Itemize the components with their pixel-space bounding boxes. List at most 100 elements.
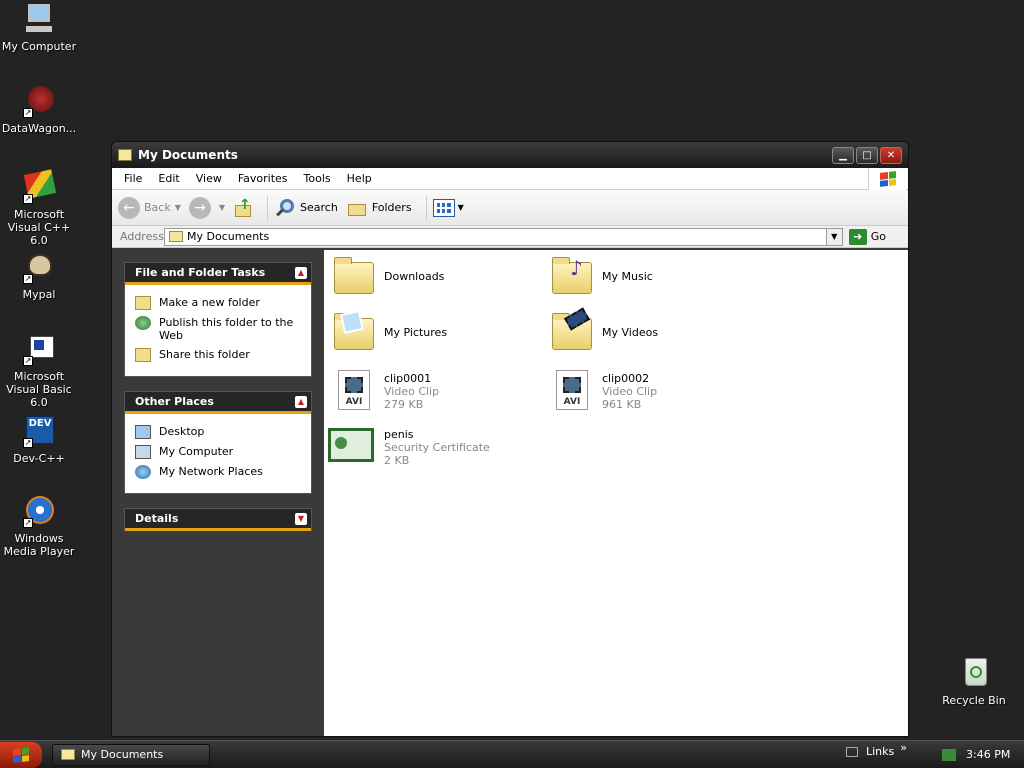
file-item-my-pictures[interactable]: My Pictures [332,310,532,356]
clock[interactable]: 3:46 PM [966,748,1010,761]
desktop-icon-my-computer[interactable]: My Computer [0,2,79,53]
up-folder-icon: ↑ [233,197,253,219]
links-toolbar[interactable]: Links » [846,741,907,758]
taskbar: My Documents Links » 3:46 PM [0,740,1024,768]
chevron-down-icon[interactable]: ▼ [458,203,464,212]
taskbar-button-my-documents[interactable]: My Documents [52,743,210,766]
place-desktop[interactable]: Desktop [135,425,301,439]
start-button[interactable] [0,741,42,768]
desktop-icon-mypal[interactable]: ↗ Mypal [0,250,79,301]
share-folder-icon [135,348,151,362]
collapse-icon[interactable]: ▲ [295,266,307,279]
search-button[interactable]: Search [274,197,338,219]
toolbar: ← Back ▼ → ▼ ↑ Search Folders ▼ [112,190,908,226]
file-name: clip0001 [384,372,432,385]
panel-title: File and Folder Tasks [135,266,266,279]
place-my-computer[interactable]: My Computer [135,445,301,459]
folders-button[interactable]: Folders [346,198,412,218]
file-size: 961 KB [602,398,642,411]
search-icon [274,197,296,219]
menu-help[interactable]: Help [339,172,380,185]
close-button[interactable]: ✕ [880,146,902,164]
place-label: My Computer [159,445,234,458]
file-item-my-videos[interactable]: My Videos [550,307,750,356]
avi-file-icon: AVI [332,368,376,412]
file-name: clip0002 [602,372,650,385]
panel-title: Other Places [135,395,214,408]
folder-icon [118,149,132,161]
mypal-icon: ↗ [22,250,56,284]
desktop-icon [135,425,151,439]
certificate-icon [328,424,376,468]
task-label: Make a new folder [159,296,260,309]
task-new-folder[interactable]: Make a new folder [135,296,301,310]
panel-header[interactable]: Other Places ▲ [125,392,311,414]
address-label: Address [120,230,164,243]
desktop-icon-label: Dev-C++ [13,452,65,465]
menu-favorites[interactable]: Favorites [230,172,296,185]
chevron-down-icon[interactable]: ▼ [825,228,842,245]
shortcut-arrow-icon: ↗ [23,194,33,204]
go-arrow-icon: ➜ [848,228,867,245]
tray-icon[interactable] [942,748,956,761]
desktop-icon-recycle-bin[interactable]: Recycle Bin [934,656,1014,707]
chevron-right-icon[interactable]: » [900,741,907,754]
avi-file-icon: AVI [550,368,594,412]
file-name: My Pictures [384,326,448,339]
desktop-icon-media-player[interactable]: ↗ Windows Media Player [0,494,79,558]
desktop-icon-dev-cpp[interactable]: DEV ↗ Dev-C++ [0,414,79,465]
menu-tools[interactable]: Tools [296,172,339,185]
chevron-down-icon[interactable]: ▼ [175,203,181,212]
address-input[interactable]: My Documents ▼ [164,227,843,246]
forward-button[interactable]: → ▼ [188,196,225,219]
address-value: My Documents [187,230,270,243]
task-label: Share this folder [159,348,250,361]
go-label: Go [870,230,886,243]
visual-cpp-icon: ↗ [22,169,57,204]
go-button[interactable]: ➜ Go [848,228,904,245]
file-item-clip0001[interactable]: AVI clip0001 Video Clip 279 KB [332,368,532,412]
menu-view[interactable]: View [188,172,230,185]
file-type: Video Clip [384,385,440,398]
file-item-clip0002[interactable]: AVI clip0002 Video Clip 961 KB [550,368,750,412]
folder-icon [61,749,75,760]
expand-icon[interactable]: ▼ [295,512,307,525]
desktop-icon-visual-basic[interactable]: ↗ Microsoft Visual Basic 6.0 [0,332,79,409]
minimize-button[interactable]: ▁ [832,146,854,164]
back-button[interactable]: ← Back ▼ [118,196,181,219]
up-button[interactable]: ↑ [233,197,253,219]
folder-icon [169,231,183,242]
task-pane: File and Folder Tasks ▲ Make a new folde… [112,250,324,736]
shortcut-arrow-icon: ↗ [23,518,33,528]
desktop-icon-label: Mypal [22,288,56,301]
window-titlebar[interactable]: My Documents ▁ □ ✕ [112,142,908,168]
views-button[interactable]: ▼ [432,198,464,217]
videos-folder-icon [550,307,594,356]
collapse-icon[interactable]: ▲ [295,395,307,408]
chevron-down-icon[interactable]: ▼ [219,203,225,212]
menu-file[interactable]: File [116,172,150,185]
file-type: Security Certificate [384,441,490,454]
place-label: My Network Places [159,465,263,478]
shortcut-arrow-icon: ↗ [23,438,33,448]
maximize-button[interactable]: □ [856,146,878,164]
panel-header[interactable]: File and Folder Tasks ▲ [125,263,311,285]
desktop-icon-datawagon[interactable]: ↗ DataWagon... [0,84,79,135]
desktop-icon-label: Windows Media Player [3,532,75,558]
file-name: My Music [602,270,653,283]
place-network[interactable]: My Network Places [135,465,301,479]
file-item-my-music[interactable]: ♪ My Music [550,256,750,300]
file-item-downloads[interactable]: Downloads [332,256,532,300]
search-label: Search [300,201,338,214]
file-item-certificate[interactable]: penis Security Certificate 2 KB [328,424,528,468]
task-publish-web[interactable]: Publish this folder to the Web [135,316,301,342]
desktop-icon-label: Microsoft Visual C++ 6.0 [7,208,71,247]
desktop-icon-visual-cpp[interactable]: ↗ Microsoft Visual C++ 6.0 [0,169,79,247]
links-icon [846,746,858,757]
menu-edit[interactable]: Edit [150,172,187,185]
task-share-folder[interactable]: Share this folder [135,348,301,362]
windows-logo-icon [868,168,906,190]
visual-basic-icon: ↗ [22,332,56,366]
explorer-window: My Documents ▁ □ ✕ File Edit View Favori… [111,141,909,737]
panel-header[interactable]: Details ▼ [125,509,311,531]
